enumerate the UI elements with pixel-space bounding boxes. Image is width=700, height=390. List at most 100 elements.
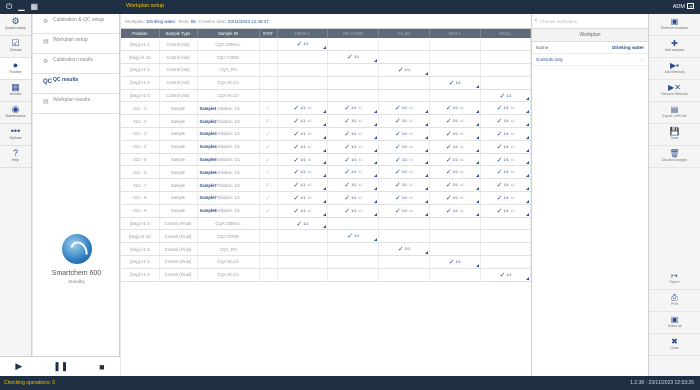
- method-cell[interactable]: ✓1/1 x1: [327, 178, 380, 193]
- stat-cell[interactable]: [259, 63, 278, 77]
- table-row[interactable]: S12 - 3 Sample Sample3 Dilution: 1/1 ✓ ✓1/1 x…: [121, 127, 532, 141]
- method-cell[interactable]: ✓1/1 x1: [378, 178, 430, 193]
- name-value[interactable]: Drinking water: [612, 42, 644, 54]
- method-cell[interactable]: ✓1/1 x1: [277, 114, 329, 129]
- method-cell[interactable]: [480, 217, 532, 231]
- method-cell[interactable]: ✓1/1 x1: [378, 191, 430, 205]
- method-cell[interactable]: [277, 229, 329, 244]
- table-row[interactable]: [Seg] A1-10 Control (Init) CQA COND ✓1/1: [121, 50, 532, 65]
- table-row[interactable]: S12 - 8 Sample Sample7 Dilution: 1/1 ✓ ✓1/1 x…: [121, 191, 532, 205]
- nav-item-options[interactable]: ••• Options: [0, 124, 31, 146]
- sample-id-cell[interactable]: Sample7 Dilution: 1/1: [197, 191, 260, 205]
- stat-cell[interactable]: [259, 217, 278, 231]
- user-menu[interactable]: ADM ⇥: [673, 3, 694, 10]
- method-cell[interactable]: [277, 50, 329, 65]
- method-cell[interactable]: [327, 268, 380, 282]
- method-cell[interactable]: ✓1/1 x1: [480, 101, 532, 116]
- tool-export-button[interactable]: ↦ Export: [649, 268, 700, 290]
- method-cell[interactable]: ✓1/1 x1: [327, 204, 380, 218]
- tool-export-lims-file-button[interactable]: ▤ Export LIMS file: [649, 102, 700, 124]
- method-cell[interactable]: [480, 255, 532, 269]
- stat-cell[interactable]: ✓: [259, 191, 278, 205]
- method-cell[interactable]: ✓1/1 x1: [480, 191, 532, 205]
- method-cell[interactable]: [378, 50, 430, 65]
- nav-item-help[interactable]: ? Help: [0, 146, 31, 168]
- table-row[interactable]: S12 - 4 Sample Sample4 Dilution: 1/1 ✓ ✓1/1 x…: [121, 140, 532, 154]
- method-cell[interactable]: [429, 268, 481, 282]
- tool-remove-methods-button[interactable]: ▶✕ Remove Methods: [649, 80, 700, 102]
- method-cell[interactable]: [277, 242, 329, 257]
- method-cell[interactable]: ✓1/1 x1: [277, 191, 329, 205]
- method-cell[interactable]: ✓1/1 x1: [378, 101, 430, 116]
- method-cell[interactable]: [429, 63, 481, 77]
- minimize-icon[interactable]: ▁: [18, 2, 24, 12]
- method-cell[interactable]: [480, 242, 532, 257]
- tool-close-button[interactable]: ✖ Close: [649, 334, 700, 356]
- method-cell[interactable]: [378, 89, 430, 103]
- table-row[interactable]: S12 - 6 Sample Sample6 Dilution: 1/1 ✓ ✓1/1 x…: [121, 165, 532, 180]
- nav-item-maintenance[interactable]: ◉ Maintenance: [0, 102, 31, 124]
- tool-add-samples-button[interactable]: ✚ Add samples: [649, 36, 700, 58]
- method-cell[interactable]: [429, 50, 481, 65]
- table-row[interactable]: S12 - 1 Sample Sample1 Dilution: 1/1 ✓ ✓1/1 x…: [121, 101, 532, 116]
- sample-id-cell[interactable]: CQA_PH: [197, 63, 260, 77]
- method-cell[interactable]: [378, 255, 430, 269]
- table-row[interactable]: [Seg] A1-3 Control (Init) CQA NI.LO ✓1/1: [121, 89, 532, 103]
- method-cell[interactable]: ✓1/1 x1: [277, 140, 329, 154]
- method-cell[interactable]: ✓1/1 x1: [378, 127, 430, 141]
- method-cell[interactable]: ✓1/1 x1: [378, 165, 430, 180]
- method-cell[interactable]: ✓1/1 x1: [378, 140, 430, 154]
- method-cell[interactable]: [429, 89, 481, 103]
- nav-item-archive[interactable]: ▦ Archive: [0, 80, 31, 102]
- method-cell[interactable]: ✓1/1 x1: [277, 178, 329, 193]
- table-row[interactable]: S12 - 7 Sample Sample7 Dilution: 1/1 ✓ ✓1/1 x…: [121, 178, 532, 193]
- table-row[interactable]: [Seg] A1-2 Control (Init) CQA CBNH.L ✓1/1: [121, 38, 532, 52]
- method-cell[interactable]: ✓1/1 x1: [277, 153, 329, 167]
- method-cell[interactable]: [480, 63, 532, 77]
- table-row[interactable]: [Seg] A1-10 Control (Final) CQA COND ✓1/1: [121, 229, 532, 244]
- method-cell[interactable]: ✓1/1: [429, 76, 481, 90]
- method-cell[interactable]: [480, 50, 532, 65]
- sample-id-cell[interactable]: Sample4 Dilution: 1/1: [197, 140, 260, 154]
- column-header[interactable]: CBNH.L: [277, 29, 329, 38]
- sample-id-cell[interactable]: CQA CBNH.L: [197, 38, 260, 52]
- nav-item-checks[interactable]: ☑ Checks: [0, 36, 31, 58]
- method-cell[interactable]: ✓1/1 x1: [327, 101, 380, 116]
- method-cell[interactable]: [327, 38, 380, 52]
- sample-id-cell[interactable]: Sample2 Dilution: 1/1: [197, 114, 260, 129]
- controls-only-row[interactable]: Controls only ✓: [532, 54, 648, 66]
- logout-icon[interactable]: ⇥: [687, 3, 694, 9]
- grid-menu-icon[interactable]: ▦: [30, 2, 38, 12]
- method-cell[interactable]: ✓1/1 x1: [429, 127, 481, 141]
- submenu-item[interactable]: QC QC results: [33, 74, 119, 94]
- method-cell[interactable]: ✓1/1 x1: [429, 153, 481, 167]
- submenu-item[interactable]: ▤ Workplan results: [33, 94, 119, 114]
- submenu-item[interactable]: ⚙ Calibration results: [33, 54, 119, 74]
- table-row[interactable]: [Seg] A1-3 Control (Init) CQA_PH ✓1/1: [121, 63, 532, 77]
- stat-cell[interactable]: [259, 255, 278, 269]
- column-header[interactable]: Sample Type: [159, 29, 198, 38]
- table-row[interactable]: [Seg] A1-3 Control (Final) CQA NI.LO ✓1/1: [121, 268, 532, 282]
- method-cell[interactable]: ✓1/1 x1: [480, 165, 532, 180]
- method-cell[interactable]: ✓1/1 x1: [429, 165, 481, 180]
- sample-id-cell[interactable]: Sample6 Dilution: 1/1: [197, 165, 260, 180]
- stat-cell[interactable]: ✓: [259, 165, 278, 180]
- method-cell[interactable]: ✓1/1: [277, 38, 329, 52]
- tool-add-methods-button[interactable]: ▶▪ Add Methods: [649, 58, 700, 80]
- stat-cell[interactable]: ✓: [259, 127, 278, 141]
- stat-cell[interactable]: ✓: [259, 204, 278, 218]
- method-cell[interactable]: ✓1/1 x1: [378, 204, 430, 218]
- method-cell[interactable]: [277, 255, 329, 269]
- method-cell[interactable]: ✓1/1 x1: [277, 101, 329, 116]
- table-row[interactable]: S12 - 9 Sample Sample8 Dilution: 1/1 ✓ ✓1/1 x…: [121, 204, 532, 218]
- method-cell[interactable]: [429, 217, 481, 231]
- submenu-item[interactable]: ▤ Workplan setup: [33, 34, 119, 54]
- stat-cell[interactable]: [259, 50, 278, 65]
- method-cell[interactable]: [480, 229, 532, 244]
- stat-cell[interactable]: [259, 268, 278, 282]
- method-cell[interactable]: ✓1/1: [277, 217, 329, 231]
- method-cell[interactable]: [429, 229, 481, 244]
- column-header[interactable]: NH COND: [327, 29, 380, 38]
- method-cell[interactable]: ✓1/1: [480, 268, 532, 282]
- method-cell[interactable]: ✓1/1: [429, 255, 481, 269]
